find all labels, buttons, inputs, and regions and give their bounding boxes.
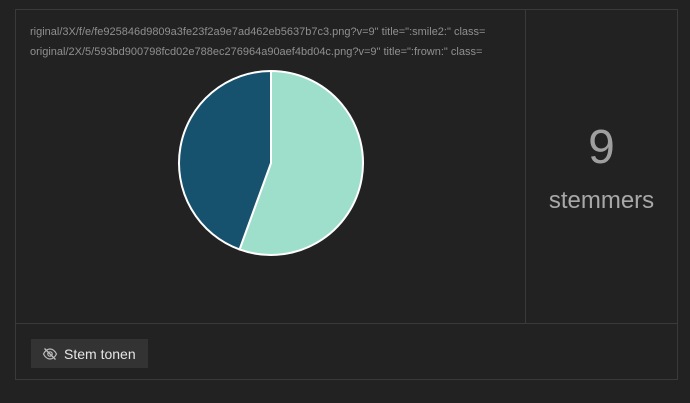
poll-option-raw-text: original/2X/5/593bd900798fcd02e788ec2769… [30, 46, 483, 58]
voter-label: stemmers [548, 187, 655, 214]
eye-slash-icon [42, 347, 58, 361]
poll-info: 9 stemmers [526, 10, 677, 323]
poll-option-raw-text: riginal/3X/f/e/fe925846d9809a3fe23f2a9e7… [30, 26, 486, 38]
poll-container: riginal/3X/f/e/fe925846d9809a3fe23f2a9e7… [15, 9, 678, 380]
pie-chart [178, 69, 364, 256]
poll-results: riginal/3X/f/e/fe925846d9809a3fe23f2a9e7… [16, 10, 526, 323]
poll-footer: Stem tonen [16, 323, 677, 379]
show-votes-label: Stem tonen [64, 345, 136, 362]
show-votes-button[interactable]: Stem tonen [31, 339, 148, 368]
voter-count: 9 [588, 121, 615, 174]
